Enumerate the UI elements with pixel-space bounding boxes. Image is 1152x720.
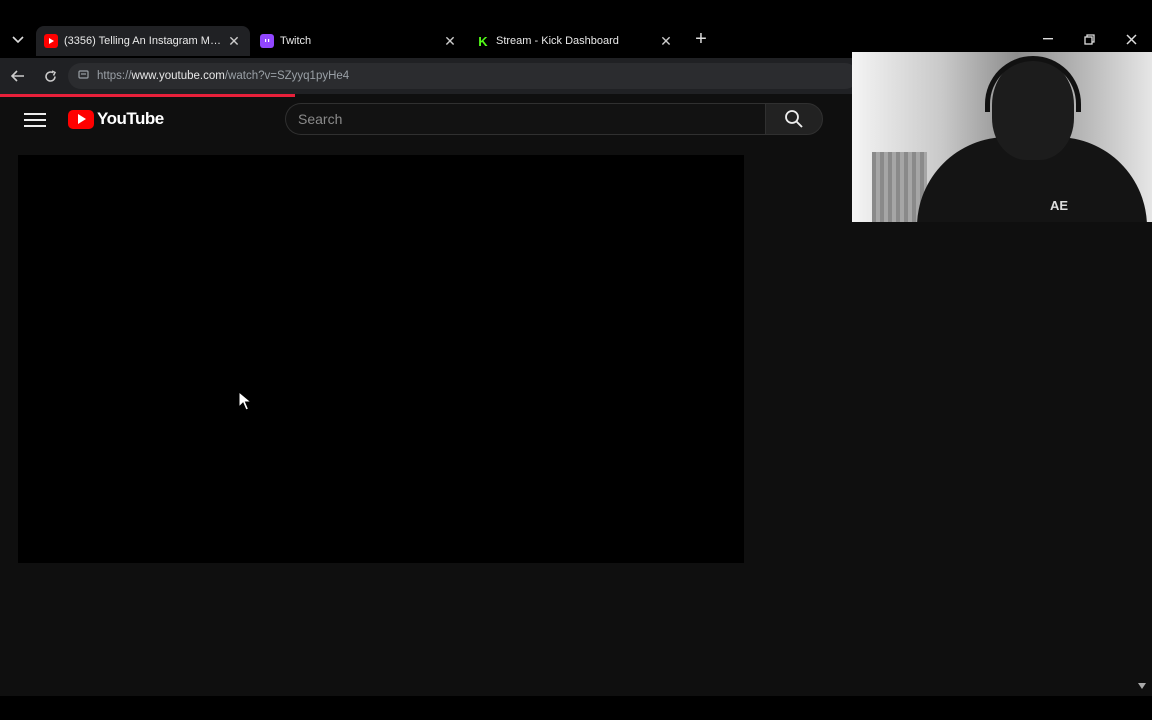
url-text: https://www.youtube.com/watch?v=SZyyq1py… bbox=[97, 70, 349, 82]
close-tab-icon[interactable]: ✕ bbox=[226, 33, 242, 50]
scroll-down-arrow-icon[interactable] bbox=[1136, 680, 1148, 692]
tab-title: Stream - Kick Dashboard bbox=[496, 35, 619, 47]
webcam-overlay: AE bbox=[852, 52, 1152, 222]
shirt-logo: AE bbox=[1050, 198, 1069, 213]
url-prefix: https:// bbox=[97, 70, 132, 82]
kick-favicon-icon: K bbox=[476, 34, 490, 49]
search-input[interactable] bbox=[298, 111, 765, 127]
bottom-edge bbox=[0, 696, 1152, 720]
youtube-logo[interactable]: YouTube bbox=[68, 107, 164, 131]
url-path: /watch?v=SZyyq1pyHe4 bbox=[224, 70, 350, 82]
close-tab-icon[interactable]: ✕ bbox=[658, 33, 674, 50]
mouse-pointer-icon bbox=[238, 390, 253, 416]
minimize-icon[interactable] bbox=[1036, 28, 1060, 50]
tab-strip: (3356) Telling An Instagram Model ✕ Twit… bbox=[0, 0, 1152, 58]
tab-youtube[interactable]: (3356) Telling An Instagram Model ✕ bbox=[36, 26, 250, 56]
tab-title: Twitch bbox=[280, 35, 312, 47]
video-player[interactable] bbox=[18, 155, 744, 563]
back-arrow-icon[interactable] bbox=[7, 65, 29, 87]
url-domain: www.youtube.com bbox=[131, 70, 225, 82]
close-tab-icon[interactable]: ✕ bbox=[442, 33, 458, 50]
tab-title: (3356) Telling An Instagram Model bbox=[64, 35, 222, 47]
youtube-play-icon bbox=[68, 109, 94, 129]
youtube-logo-text: YouTube bbox=[97, 109, 164, 128]
youtube-favicon-icon bbox=[44, 34, 58, 48]
new-tab-button[interactable]: + bbox=[690, 28, 712, 50]
tab-twitch[interactable]: Twitch ✕ bbox=[252, 26, 466, 56]
reload-icon[interactable] bbox=[39, 65, 61, 87]
restore-icon[interactable] bbox=[1077, 28, 1101, 50]
address-bar[interactable]: https://www.youtube.com/watch?v=SZyyq1py… bbox=[68, 63, 858, 89]
browser-window: (3356) Telling An Instagram Model ✕ Twit… bbox=[0, 0, 1152, 720]
twitch-favicon-icon bbox=[260, 34, 274, 48]
tab-kick-dashboard[interactable]: K Stream - Kick Dashboard ✕ bbox=[468, 26, 682, 56]
search-icon bbox=[785, 110, 803, 128]
search-button[interactable] bbox=[765, 103, 823, 135]
tab-search-chevron-icon[interactable] bbox=[6, 28, 30, 52]
search-field[interactable] bbox=[285, 103, 765, 135]
guide-menu-icon[interactable] bbox=[24, 109, 46, 131]
close-window-icon[interactable] bbox=[1119, 28, 1143, 50]
site-info-icon[interactable] bbox=[78, 69, 89, 83]
